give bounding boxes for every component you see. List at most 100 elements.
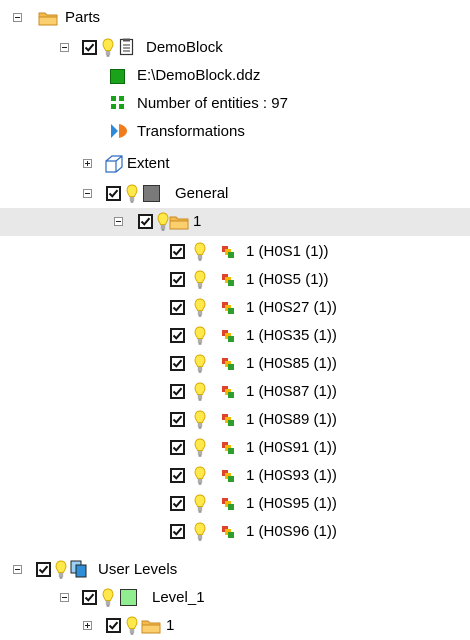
node-label: Level_1: [152, 589, 205, 606]
bulb-icon[interactable]: [55, 560, 67, 580]
visibility-checkbox[interactable]: [170, 300, 185, 315]
node-label: 1: [193, 213, 202, 230]
node-label: 1 (H0S93 (1)): [246, 467, 337, 484]
tree-node-entity[interactable]: 1 (H0S5 (1)): [0, 266, 470, 294]
tree-node-entity[interactable]: 1 (H0S1 (1)): [0, 238, 470, 266]
tree-node-entity[interactable]: 1 (H0S95 (1)): [0, 490, 470, 518]
node-label: 1 (H0S1 (1)): [246, 243, 329, 260]
tree-node-entity[interactable]: 1 (H0S91 (1)): [0, 434, 470, 462]
tree-node-entity[interactable]: 1 (H0S35 (1)): [0, 322, 470, 350]
visibility-checkbox[interactable]: [170, 328, 185, 343]
node-label: 1 (H0S95 (1)): [246, 495, 337, 512]
grid-icon: [110, 94, 130, 114]
visibility-checkbox[interactable]: [170, 496, 185, 511]
node-label: 1 (H0S85 (1)): [246, 355, 337, 372]
collapse-button[interactable]: [13, 565, 22, 574]
collapse-button[interactable]: [13, 13, 22, 22]
document-icon: [119, 38, 139, 58]
bulb-icon[interactable]: [102, 38, 114, 58]
tree-node-entity[interactable]: 1 (H0S89 (1)): [0, 406, 470, 434]
bulb-icon[interactable]: [194, 298, 206, 318]
entity-icon: [221, 497, 241, 517]
node-label: 1 (H0S35 (1)): [246, 327, 337, 344]
tree-node-user-levels[interactable]: User Levels: [0, 556, 470, 584]
tree-node-group-1[interactable]: 1: [0, 208, 470, 236]
visibility-checkbox[interactable]: [82, 590, 97, 605]
tree-node-level-1[interactable]: Level_1: [0, 584, 470, 612]
tree-view: Parts DemoBlock E:\DemoBlock.ddz Number …: [0, 0, 470, 640]
bulb-icon[interactable]: [194, 354, 206, 374]
bulb-icon[interactable]: [194, 270, 206, 290]
tree-node-entity[interactable]: 1 (H0S87 (1)): [0, 378, 470, 406]
visibility-checkbox[interactable]: [138, 214, 153, 229]
tree-node-extent[interactable]: Extent: [0, 150, 470, 178]
expand-button[interactable]: [83, 621, 92, 630]
node-label: Extent: [127, 155, 170, 172]
collapse-button[interactable]: [83, 189, 92, 198]
tree-node-parts[interactable]: Parts: [0, 4, 470, 32]
visibility-checkbox[interactable]: [106, 186, 121, 201]
visibility-checkbox[interactable]: [36, 562, 51, 577]
node-label: 1 (H0S89 (1)): [246, 411, 337, 428]
tree-node-entity[interactable]: 1 (H0S93 (1)): [0, 462, 470, 490]
node-label: 1 (H0S27 (1)): [246, 299, 337, 316]
visibility-checkbox[interactable]: [82, 40, 97, 55]
tree-node-entity-count[interactable]: Number of entities : 97: [0, 90, 470, 118]
visibility-checkbox[interactable]: [170, 272, 185, 287]
node-label: 1 (H0S96 (1)): [246, 523, 337, 540]
entity-icon: [221, 273, 241, 293]
user-levels-icon: [70, 560, 90, 580]
node-label: 1 (H0S5 (1)): [246, 271, 329, 288]
cube-icon: [104, 154, 124, 174]
visibility-checkbox[interactable]: [170, 440, 185, 455]
file-icon: [110, 69, 125, 84]
collapse-button[interactable]: [114, 217, 123, 226]
bulb-icon[interactable]: [157, 212, 169, 232]
collapse-button[interactable]: [60, 43, 69, 52]
tree-node-entity[interactable]: 1 (H0S85 (1)): [0, 350, 470, 378]
bulb-icon[interactable]: [126, 616, 138, 636]
entity-icon: [221, 245, 241, 265]
tree-node-entity[interactable]: 1 (H0S27 (1)): [0, 294, 470, 322]
folder-icon: [141, 616, 161, 636]
tree-node-demoblock[interactable]: DemoBlock: [0, 34, 470, 62]
bulb-icon[interactable]: [194, 466, 206, 486]
color-swatch-icon: [143, 185, 160, 202]
visibility-checkbox[interactable]: [170, 468, 185, 483]
expand-button[interactable]: [83, 159, 92, 168]
visibility-checkbox[interactable]: [170, 524, 185, 539]
bulb-icon[interactable]: [194, 410, 206, 430]
bulb-icon[interactable]: [102, 588, 114, 608]
visibility-checkbox[interactable]: [170, 244, 185, 259]
visibility-checkbox[interactable]: [106, 618, 121, 633]
entity-icon: [221, 357, 241, 377]
entity-icon: [221, 301, 241, 321]
tree-node-transformations[interactable]: Transformations: [0, 118, 470, 146]
tree-node-entity[interactable]: 1 (H0S96 (1)): [0, 518, 470, 546]
tree-node-file-path[interactable]: E:\DemoBlock.ddz: [0, 62, 470, 90]
entity-icon: [221, 469, 241, 489]
folder-icon: [169, 212, 189, 232]
tree-node-general[interactable]: General: [0, 180, 470, 208]
bulb-icon[interactable]: [194, 522, 206, 542]
node-label: General: [175, 185, 229, 202]
node-label: 1 (H0S91 (1)): [246, 439, 337, 456]
node-label: Transformations: [137, 123, 245, 140]
node-label: Number of entities : 97: [137, 95, 288, 112]
node-label: 1 (H0S87 (1)): [246, 383, 337, 400]
bulb-icon[interactable]: [194, 382, 206, 402]
visibility-checkbox[interactable]: [170, 384, 185, 399]
entity-icon: [221, 329, 241, 349]
bulb-icon[interactable]: [194, 494, 206, 514]
node-label: 1: [166, 617, 175, 634]
visibility-checkbox[interactable]: [170, 356, 185, 371]
bulb-icon[interactable]: [194, 326, 206, 346]
entity-icon: [221, 441, 241, 461]
node-label: E:\DemoBlock.ddz: [137, 67, 261, 84]
bulb-icon[interactable]: [194, 438, 206, 458]
visibility-checkbox[interactable]: [170, 412, 185, 427]
bulb-icon[interactable]: [194, 242, 206, 262]
tree-node-level-group-1[interactable]: 1: [0, 612, 470, 640]
collapse-button[interactable]: [60, 593, 69, 602]
bulb-icon[interactable]: [126, 184, 138, 204]
